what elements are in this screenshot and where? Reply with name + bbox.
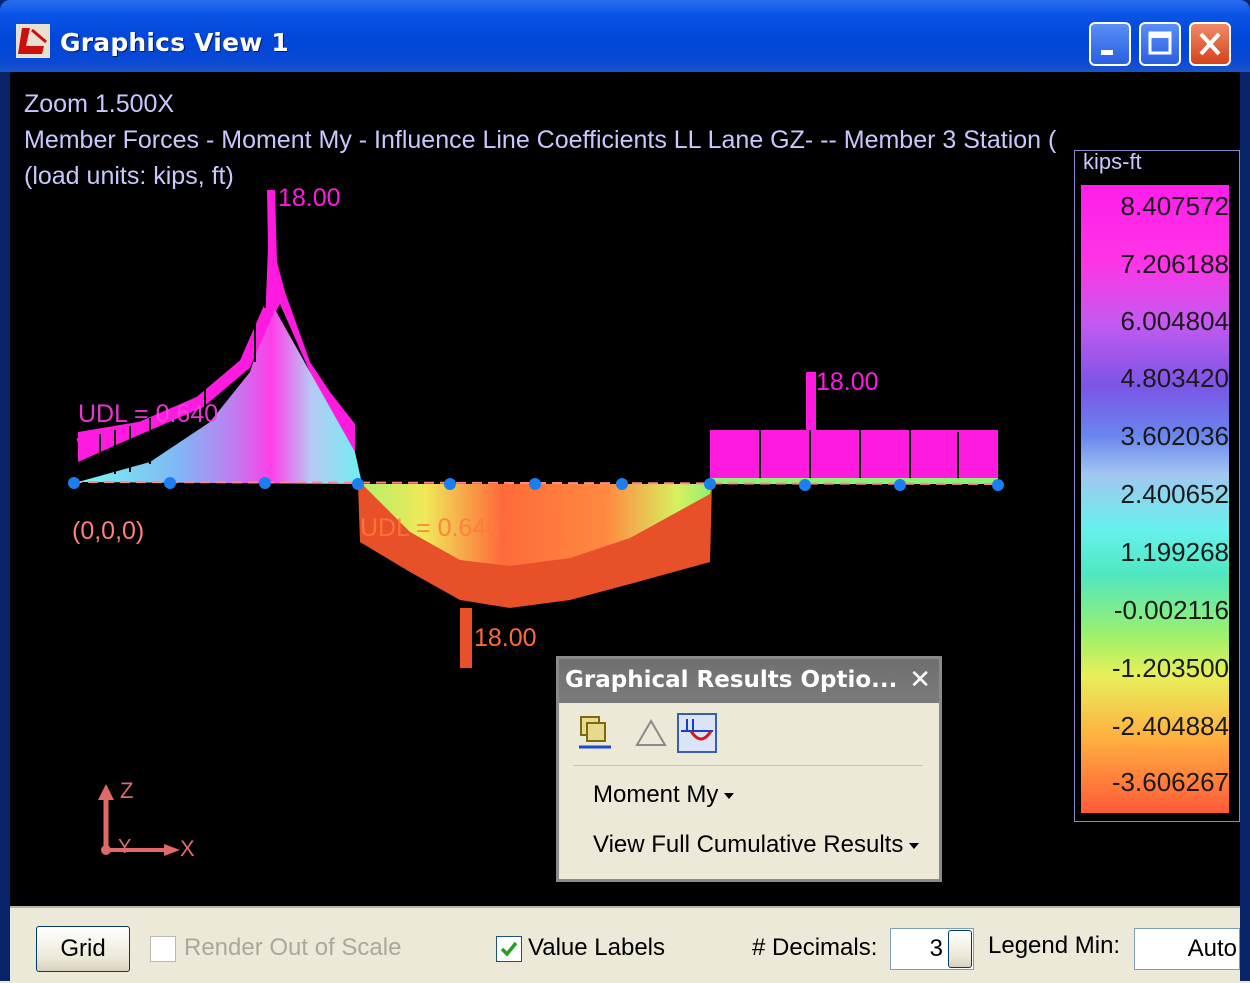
app-logo-icon — [16, 24, 50, 58]
view-options-bar: Grid Render Out of Scale Value Labels # … — [10, 906, 1240, 983]
axis-z-label: Z — [120, 778, 134, 803]
title-bar[interactable]: Graphics View 1 — [0, 0, 1250, 72]
legend-value: -2.404884 — [1111, 711, 1229, 741]
chevron-down-icon — [724, 792, 735, 799]
copy-icon[interactable] — [575, 713, 615, 753]
left-span-gradient-fill — [78, 304, 362, 484]
influence-line-icon-glyph — [681, 719, 713, 741]
axis-y-label: Y — [118, 836, 132, 858]
legend-min-value: Auto — [1187, 935, 1237, 962]
point-load-label-right: 18.00 — [816, 368, 879, 396]
legend-min-field[interactable]: Auto — [1134, 928, 1240, 970]
graphical-results-options-panel: Graphical Results Optio... ✕ Moment My V… — [556, 656, 942, 882]
mid-span-point-load — [460, 608, 472, 668]
udl-label-mid: UDL = 0.640 — [360, 514, 501, 542]
panel-title: Graphical Results Optio... — [565, 667, 898, 693]
triangle-icon[interactable] — [631, 713, 671, 753]
chevron-down-icon — [909, 842, 920, 849]
minimize-button[interactable] — [1089, 22, 1131, 66]
origin-label: (0,0,0) — [72, 517, 145, 545]
legend-value: -3.606267 — [1111, 767, 1229, 797]
window-title: Graphics View 1 — [60, 28, 290, 57]
right-span-magenta-band — [710, 430, 998, 478]
decimals-label: # Decimals: — [752, 934, 878, 961]
point-load-label-left: 18.00 — [278, 184, 341, 212]
point-load-label-bottom: 18.00 — [474, 624, 537, 652]
value-labels-checkbox[interactable] — [496, 936, 522, 962]
close-button[interactable] — [1189, 22, 1231, 66]
influence-line-icon[interactable] — [677, 713, 717, 753]
panel-divider — [573, 765, 923, 766]
legend-value: -1.203500 — [1111, 653, 1229, 683]
legend-value: 7.206188 — [1120, 249, 1229, 279]
result-type-label: Moment My — [593, 781, 719, 808]
maximize-button[interactable] — [1139, 22, 1181, 66]
close-icon — [1199, 32, 1221, 56]
right-span-point-load — [806, 372, 816, 432]
panel-close-icon[interactable]: ✕ — [909, 665, 931, 695]
udl-label-left: UDL = 0.640 — [78, 400, 219, 428]
copy-icon-glyph — [579, 716, 611, 749]
checkmark-icon — [500, 941, 518, 957]
decimals-value: 3 — [929, 935, 943, 962]
result-mode-dropdown[interactable]: View Full Cumulative Results — [593, 831, 920, 859]
graphics-canvas[interactable]: Zoom 1.500X Member Forces - Moment My - … — [10, 72, 1240, 906]
legend-value: 8.407572 — [1120, 191, 1229, 221]
graphics-view-window: Graphics View 1 Zoom 1.500X Member Force… — [0, 0, 1250, 983]
color-legend: kips-ft 8.407572 7.206188 6.004804 4.803… — [1074, 149, 1240, 822]
legend-min-label: Legend Min: — [988, 932, 1121, 959]
maximize-icon — [1148, 31, 1172, 55]
result-type-dropdown[interactable]: Moment My — [593, 781, 735, 809]
grid-button[interactable]: Grid — [36, 926, 130, 972]
render-out-of-scale-checkbox[interactable] — [150, 936, 176, 962]
decimals-spinner[interactable] — [948, 930, 972, 968]
axis-triad — [98, 784, 180, 856]
value-labels-label: Value Labels — [528, 934, 665, 961]
legend-value: 3.602036 — [1120, 421, 1229, 451]
render-out-of-scale-label: Render Out of Scale — [184, 934, 402, 961]
axis-x-label: X — [180, 836, 195, 861]
legend-value: 1.199268 — [1120, 537, 1229, 567]
legend-value: 2.400652 — [1120, 479, 1229, 509]
legend-value: 6.004804 — [1120, 306, 1229, 336]
legend-value: 4.803420 — [1120, 363, 1229, 393]
result-mode-label: View Full Cumulative Results — [593, 831, 904, 858]
legend-value: -0.002116 — [1113, 595, 1229, 625]
triangle-icon-glyph — [635, 719, 667, 746]
legend-unit: kips-ft — [1083, 149, 1142, 174]
panel-title-bar[interactable]: Graphical Results Optio... ✕ — [559, 659, 939, 703]
minimize-icon — [1101, 50, 1113, 55]
